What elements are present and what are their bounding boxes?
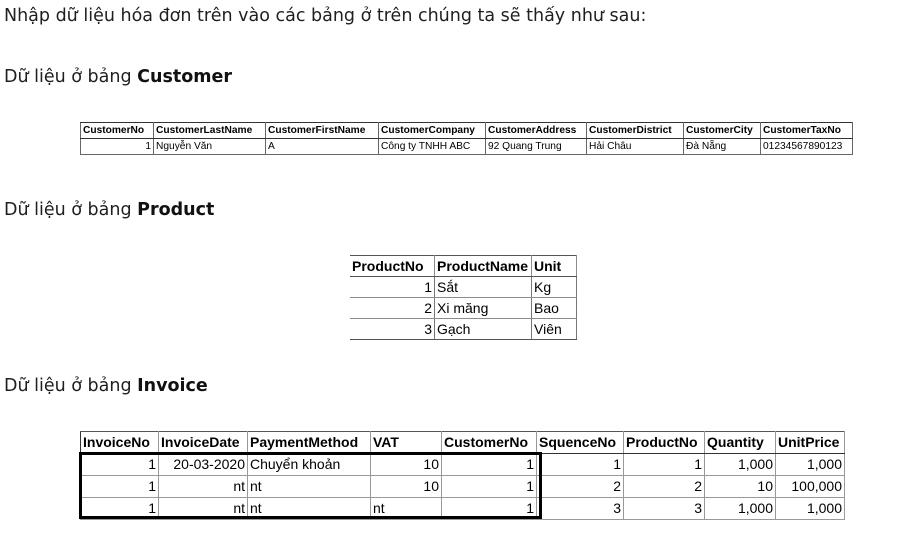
table-cell: 10 (370, 453, 442, 476)
table-cell: Công ty TNHH ABC (378, 138, 486, 155)
table-row: 1 nt nt nt 1 3 3 1,000 1,000 (80, 497, 845, 520)
column-header: ProductName (434, 255, 532, 277)
intro-text: Nhập dữ liệu hóa đơn trên vào các bảng ở… (4, 6, 647, 26)
table-cell: 1 (80, 497, 159, 520)
table-cell: 1,000 (775, 497, 845, 520)
table-cell: 100,000 (775, 475, 845, 498)
table-cell: Viên (531, 318, 577, 340)
table-cell: Xi măng (434, 297, 532, 319)
table-cell: Kg (531, 276, 577, 298)
table-cell: 1 (536, 453, 624, 476)
table-cell: 1,000 (775, 453, 845, 476)
table-cell: 3 (623, 497, 705, 520)
invoice-heading: Dữ liệu ở bảng Invoice (4, 376, 208, 396)
invoice-table: InvoiceNo InvoiceDate PaymentMethod VAT … (80, 431, 845, 520)
column-header: VAT (370, 431, 442, 454)
table-cell: 01234567890123 (760, 138, 853, 155)
table-cell: 1 (350, 276, 435, 298)
column-header: InvoiceDate (158, 431, 248, 454)
table-header-row: CustomerNo CustomerLastName CustomerFirs… (80, 122, 853, 139)
table-cell: Chuyển khoản (247, 453, 371, 476)
table-cell: Bao (531, 297, 577, 319)
column-header: CustomerDistrict (586, 122, 684, 139)
table-cell: 20-03-2020 (158, 453, 248, 476)
column-header: ProductNo (623, 431, 705, 454)
table-cell: 2 (350, 297, 435, 319)
table-cell: Sắt (434, 276, 532, 298)
product-heading-name: Product (137, 200, 215, 220)
table-cell: 1 (80, 453, 159, 476)
column-header: PaymentMethod (247, 431, 371, 454)
table-row: 3 Gạch Viên (350, 318, 577, 340)
table-cell: nt (158, 497, 248, 520)
table-cell: 3 (536, 497, 624, 520)
table-row: 1 nt nt 10 1 2 2 10 100,000 (80, 475, 845, 498)
customer-table: CustomerNo CustomerLastName CustomerFirs… (80, 122, 853, 155)
table-cell: nt (247, 475, 371, 498)
table-cell: 10 (704, 475, 776, 498)
product-heading: Dữ liệu ở bảng Product (4, 200, 215, 220)
table-cell: nt (370, 497, 442, 520)
table-cell: Gạch (434, 318, 532, 340)
customer-heading-name: Customer (137, 67, 232, 87)
customer-heading: Dữ liệu ở bảng Customer (4, 67, 232, 87)
column-header: CustomerAddress (485, 122, 587, 139)
column-header: CustomerTaxNo (760, 122, 853, 139)
table-cell: 1 (441, 475, 537, 498)
table-row: 2 Xi măng Bao (350, 297, 577, 319)
table-cell: 1 (623, 453, 705, 476)
table-cell: 1 (441, 497, 537, 520)
table-row: 1 Sắt Kg (350, 276, 577, 298)
column-header: CustomerLastName (153, 122, 266, 139)
table-cell: 1,000 (704, 497, 776, 520)
column-header: CustomerCompany (378, 122, 486, 139)
invoice-heading-name: Invoice (137, 376, 208, 396)
table-cell: 1 (80, 138, 154, 155)
column-header: CustomerFirstName (265, 122, 379, 139)
table-row: 1 Nguyễn Văn A Công ty TNHH ABC 92 Quang… (80, 138, 853, 155)
column-header: InvoiceNo (80, 431, 159, 454)
product-table: ProductNo ProductName Unit 1 Sắt Kg 2 Xi… (350, 255, 577, 340)
table-cell: Hải Châu (586, 138, 684, 155)
column-header: CustomerNo (441, 431, 537, 454)
table-cell: nt (247, 497, 371, 520)
table-cell: 10 (370, 475, 442, 498)
table-cell: 1 (80, 475, 159, 498)
column-header: Quantity (704, 431, 776, 454)
table-header-row: InvoiceNo InvoiceDate PaymentMethod VAT … (80, 431, 845, 454)
column-header: CustomerNo (80, 122, 154, 139)
column-header: CustomerCity (683, 122, 761, 139)
column-header: UnitPrice (775, 431, 845, 454)
table-header-row: ProductNo ProductName Unit (350, 255, 577, 277)
column-header: SquenceNo (536, 431, 624, 454)
table-cell: 1,000 (704, 453, 776, 476)
table-cell: 3 (350, 318, 435, 340)
table-cell: 1 (441, 453, 537, 476)
table-row: 1 20-03-2020 Chuyển khoản 10 1 1 1 1,000… (80, 453, 845, 476)
table-cell: nt (158, 475, 248, 498)
table-cell: Nguyễn Văn (153, 138, 266, 155)
table-cell: A (265, 138, 379, 155)
table-cell: 2 (623, 475, 705, 498)
column-header: Unit (531, 255, 577, 277)
table-cell: 2 (536, 475, 624, 498)
table-cell: 92 Quang Trung (485, 138, 587, 155)
column-header: ProductNo (350, 255, 435, 277)
table-cell: Đà Nẵng (683, 138, 761, 155)
